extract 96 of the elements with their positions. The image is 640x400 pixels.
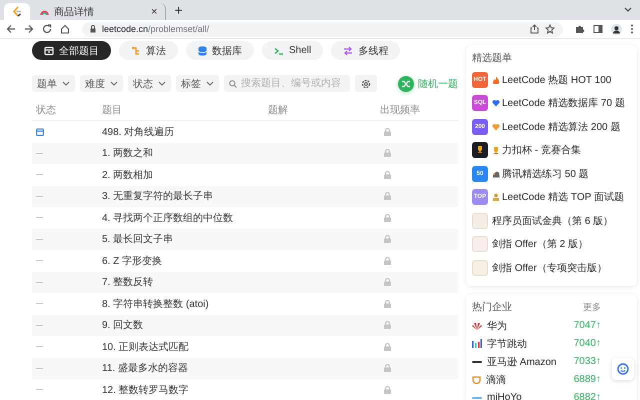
settings-button[interactable] (355, 75, 377, 92)
count-text: 6882↑ (574, 392, 601, 400)
problem-link[interactable]: 12. 整数转罗马数字 (102, 382, 268, 397)
problem-link[interactable]: 4. 寻找两个正序数组的中位数 (102, 210, 268, 225)
forward-icon[interactable] (24, 24, 34, 34)
category-tab[interactable]: 算法 (119, 41, 178, 60)
dash-icon (36, 152, 43, 154)
chevron-down-icon (110, 81, 118, 86)
category-tab[interactable]: Shell (262, 41, 324, 60)
heart-icon (492, 99, 500, 108)
count-text: 7040↑ (574, 338, 601, 349)
filter-dropdown[interactable]: 状态 (128, 75, 171, 92)
chevron-down-icon (206, 81, 214, 86)
url-text: leetcode.cn/problemset/all/ (102, 24, 210, 34)
problem-link[interactable]: 10. 正则表达式匹配 (102, 340, 268, 354)
dash-icon (36, 260, 43, 262)
arrows-icon (343, 46, 354, 56)
problem-link[interactable]: 2. 两数相加 (102, 168, 268, 182)
card-title: 热门企业 (472, 300, 512, 314)
list-item[interactable]: 剑指 Offer（第 2 版） (472, 232, 633, 256)
calendar-icon (36, 128, 44, 136)
dash-icon (36, 217, 43, 218)
rainbow-icon (40, 8, 49, 15)
list-item[interactable]: 剑指 Offer（专项突击版） (472, 256, 633, 280)
problem-link[interactable]: 3. 无重复字符的最长子串 (102, 189, 268, 204)
close-button[interactable]: × (151, 6, 158, 18)
filter-dropdown[interactable]: 题单 (32, 75, 75, 92)
search-icon (229, 80, 237, 88)
dash-icon (36, 282, 43, 283)
back-icon[interactable] (6, 24, 16, 34)
lock-icon (90, 25, 96, 33)
list-item[interactable]: 力扣杯 - 竞赛合集 (472, 138, 633, 162)
more-link[interactable]: 更多 (583, 300, 601, 314)
column-header: 状态 (35, 104, 57, 117)
chevron-down-icon[interactable] (624, 7, 632, 13)
problem-link[interactable]: 6. Z 字形变换 (102, 254, 268, 268)
address-bar[interactable]: leetcode.cn/problemset/all/ (82, 22, 563, 36)
dash-icon (36, 346, 43, 348)
column-header: 题解 (268, 104, 289, 117)
star-icon[interactable] (545, 24, 555, 34)
category-tab[interactable]: 多线程 (331, 41, 400, 60)
problem-link[interactable]: 5. 最长回文子串 (102, 232, 268, 246)
person-icon (492, 193, 500, 202)
dash-icon (36, 174, 43, 176)
sidebar-icon[interactable] (593, 24, 603, 34)
reload-icon[interactable] (42, 24, 52, 34)
chevron-down-icon (62, 81, 70, 86)
profile-icon[interactable] (611, 24, 622, 34)
card-title: 精选题单 (472, 52, 513, 65)
dash-icon (36, 238, 43, 240)
company-item[interactable]: 字节跳动 7040↑ (472, 334, 601, 352)
trophy-icon (476, 145, 484, 156)
share-icon[interactable] (530, 24, 539, 34)
problem-link[interactable]: 1. 两数之和 (102, 146, 268, 160)
company-item[interactable]: 亚马逊 Amazon 7033↑ (472, 352, 601, 370)
shuffle-icon (398, 76, 414, 92)
filter-dropdown[interactable]: 标签 (176, 75, 219, 92)
category-tab[interactable]: 数据库 (186, 41, 254, 60)
category-tab[interactable]: 全部题目 (32, 41, 111, 60)
terminal-icon (274, 46, 284, 56)
menu-icon[interactable] (630, 24, 634, 34)
company-item[interactable]: miHoYo 6882↑ (472, 388, 601, 400)
trophy-icon (492, 146, 500, 154)
chevron-down-icon (158, 81, 166, 86)
dash-icon (36, 303, 43, 304)
fire-icon (492, 76, 500, 84)
tab-title: 商品详情 (54, 6, 95, 18)
home-icon[interactable] (60, 24, 70, 34)
company-item[interactable]: 滴滴 6889↑ (472, 370, 601, 388)
company-item[interactable]: 华为 7047↑ (472, 316, 601, 334)
database-icon (198, 46, 207, 56)
smiley-icon (617, 363, 629, 375)
count-text: 6889↑ (574, 374, 601, 385)
heart-icon (492, 122, 500, 131)
problem-link[interactable]: 7. 整数反转 (102, 275, 268, 290)
dash-icon (36, 324, 43, 326)
branch-icon (131, 46, 141, 56)
problem-link[interactable]: 498. 对角线遍历 (102, 124, 268, 139)
problem-link[interactable]: 9. 回文数 (102, 318, 268, 332)
count-text: 7033↑ (574, 356, 601, 367)
problem-link[interactable]: 11. 盛最多水的容器 (102, 361, 268, 376)
dash-icon (36, 368, 43, 369)
feedback-button[interactable] (612, 358, 634, 380)
list-item[interactable]: 程序员面试金典（第 6 版） (472, 209, 633, 232)
dash-icon (36, 196, 43, 197)
puzzle-icon[interactable] (575, 24, 585, 34)
box-icon (44, 46, 54, 56)
dash-icon (36, 389, 43, 390)
column-header: 题目 (102, 104, 123, 117)
settings-icon (361, 78, 371, 88)
new-tab-button[interactable]: + (168, 2, 189, 18)
count-text: 7047↑ (574, 320, 601, 331)
logo-icon (12, 6, 22, 17)
problem-link[interactable]: 8. 字符串转换整数 (atoi) (102, 296, 268, 311)
column-header: 出现频率 (380, 104, 421, 117)
filter-dropdown[interactable]: 难度 (80, 75, 123, 92)
